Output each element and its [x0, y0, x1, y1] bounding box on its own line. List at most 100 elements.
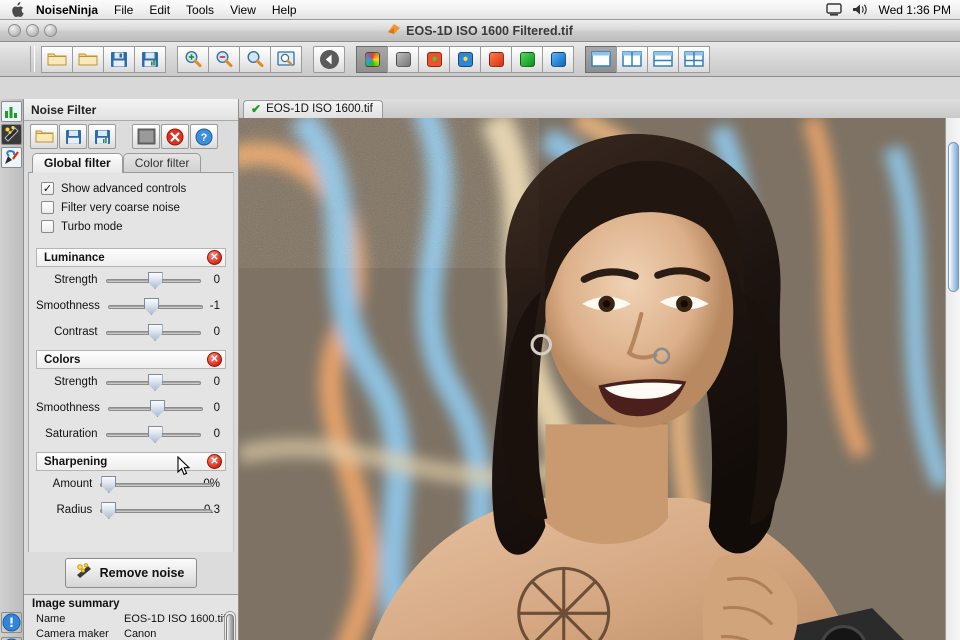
tab-color-filter[interactable]: Color filter	[122, 153, 202, 173]
checkbox-checked-icon: ✓	[41, 182, 54, 195]
save-button[interactable]	[103, 45, 135, 73]
tab-global-filter[interactable]: Global filter	[32, 153, 123, 173]
channel-gray[interactable]	[387, 45, 419, 73]
slider-thumb[interactable]	[149, 400, 165, 417]
channel-button-group	[356, 45, 574, 73]
slider-track	[100, 483, 213, 487]
channel-blue-plus[interactable]	[449, 45, 481, 73]
summary-scrollbar-thumb[interactable]	[226, 614, 234, 640]
checkbox-filter-very-coarse-noise[interactable]: Filter very coarse noise	[41, 201, 233, 214]
zoom-actual-button[interactable]	[239, 45, 271, 73]
slider-thumb[interactable]	[101, 502, 117, 519]
histogram-tool[interactable]	[1, 101, 22, 122]
layout-quad[interactable]	[678, 45, 710, 73]
load-profile-button[interactable]	[30, 124, 58, 149]
zoom-out-button[interactable]	[208, 45, 240, 73]
slider-track-area[interactable]	[105, 424, 201, 444]
preview-button[interactable]	[132, 124, 160, 149]
slider-sharpening-radius[interactable]: Radius 0.3	[36, 497, 226, 523]
slider-thumb[interactable]	[143, 298, 159, 315]
reset-button[interactable]	[161, 124, 189, 149]
slider-track-area[interactable]	[100, 474, 213, 494]
slider-label: Saturation	[45, 428, 98, 440]
menu-item-help[interactable]: Help	[272, 3, 297, 17]
noise-brush-tool[interactable]	[1, 124, 22, 145]
slider-luminance-smoothness[interactable]: Smoothness -1	[36, 293, 226, 319]
channel-rgb[interactable]	[356, 45, 388, 73]
layout-vertical-split[interactable]	[616, 45, 648, 73]
apple-logo-icon[interactable]	[10, 2, 24, 18]
image-summary-panel: Image summary Name EOS-1D ISO 1600.tif C…	[24, 594, 238, 640]
image-canvas[interactable]	[239, 118, 960, 640]
slider-thumb[interactable]	[147, 272, 163, 289]
red-x-icon[interactable]: ✕	[207, 352, 222, 367]
page-title: EOS-1D ISO 1600 Filtered.tif	[406, 23, 573, 38]
slider-colors-strength[interactable]: Strength 0	[36, 369, 226, 395]
image-tab[interactable]: ✔ EOS-1D ISO 1600.tif	[243, 100, 383, 118]
summary-scrollbar[interactable]	[224, 611, 236, 640]
slider-label: Strength	[54, 274, 98, 286]
menu-item-view[interactable]: View	[230, 3, 256, 17]
menu-item-tools[interactable]: Tools	[186, 3, 214, 17]
slider-track-area[interactable]	[105, 372, 201, 392]
channel-blue[interactable]	[542, 45, 574, 73]
open-folder-button[interactable]	[41, 45, 73, 73]
save-as-button[interactable]	[134, 45, 166, 73]
remove-noise-button[interactable]: Remove noise	[64, 558, 198, 588]
slider-thumb[interactable]	[101, 476, 117, 493]
slider-luminance-strength[interactable]: Strength 0	[36, 267, 226, 293]
slider-track-area[interactable]	[100, 500, 213, 520]
slider-label: Amount	[52, 478, 93, 490]
slider-track-area[interactable]	[105, 322, 201, 342]
save-profile-as-button[interactable]	[88, 124, 116, 149]
slider-sharpening-amount[interactable]: Amount 0%	[36, 471, 226, 497]
menu-item-edit[interactable]: Edit	[149, 3, 170, 17]
slider-value: 0	[213, 428, 220, 440]
info-tool[interactable]	[1, 612, 22, 633]
slider-colors-saturation[interactable]: Saturation 0	[36, 421, 226, 447]
slider-track	[100, 509, 213, 513]
slider-thumb[interactable]	[147, 426, 163, 443]
image-vertical-scrollbar[interactable]	[945, 118, 960, 640]
menu-app-name[interactable]: NoiseNinja	[36, 3, 98, 17]
panel-tabs: Global filter Color filter	[24, 152, 238, 173]
filter-checkbox-group: ✓ Show advanced controls Filter very coa…	[29, 173, 233, 243]
save-profile-button[interactable]	[59, 124, 87, 149]
back-button[interactable]	[313, 45, 345, 73]
layout-single[interactable]	[585, 45, 617, 73]
section-title: Colors	[44, 353, 81, 366]
slider-thumb[interactable]	[147, 374, 163, 391]
retouch-tool[interactable]	[1, 147, 22, 168]
slider-track-area[interactable]	[107, 296, 203, 316]
help-button[interactable]: ?	[190, 124, 218, 149]
channel-red-plus[interactable]	[418, 45, 450, 73]
window-titlebar[interactable]: EOS-1D ISO 1600 Filtered.tif	[0, 20, 960, 42]
slider-track-area[interactable]	[105, 270, 201, 290]
image-scrollbar-thumb[interactable]	[948, 142, 959, 292]
slider-label: Radius	[56, 504, 93, 516]
checkbox-turbo-mode[interactable]: Turbo mode	[41, 220, 233, 233]
open-recent-button[interactable]	[72, 45, 104, 73]
checkbox-show-advanced-controls[interactable]: ✓ Show advanced controls	[41, 182, 233, 195]
zoom-fit-button[interactable]	[270, 45, 302, 73]
menu-item-file[interactable]: File	[114, 3, 133, 17]
slider-track-area[interactable]	[107, 398, 203, 418]
red-x-icon[interactable]: ✕	[207, 454, 222, 469]
slider-thumb[interactable]	[147, 324, 163, 341]
slider-colors-smoothness[interactable]: Smoothness 0	[36, 395, 226, 421]
display-icon[interactable]	[825, 3, 842, 16]
slider-luminance-contrast[interactable]: Contrast 0	[36, 319, 226, 345]
menu-bar-clock[interactable]: Wed 1:36 PM	[879, 3, 951, 17]
summary-value: Canon	[124, 628, 157, 640]
photo-grain-overlay	[239, 118, 539, 268]
channel-red[interactable]	[480, 45, 512, 73]
image-tab-label: EOS-1D ISO 1600.tif	[266, 103, 373, 115]
zoom-in-button[interactable]	[177, 45, 209, 73]
red-x-icon[interactable]: ✕	[207, 250, 222, 265]
layout-horizontal-split[interactable]	[647, 45, 679, 73]
app-root: NoiseNinja File Edit Tools View Help Wed…	[0, 0, 960, 640]
slider-label: Contrast	[54, 326, 98, 338]
channel-green[interactable]	[511, 45, 543, 73]
volume-icon[interactable]	[852, 3, 869, 16]
section-title: Sharpening	[44, 455, 108, 468]
